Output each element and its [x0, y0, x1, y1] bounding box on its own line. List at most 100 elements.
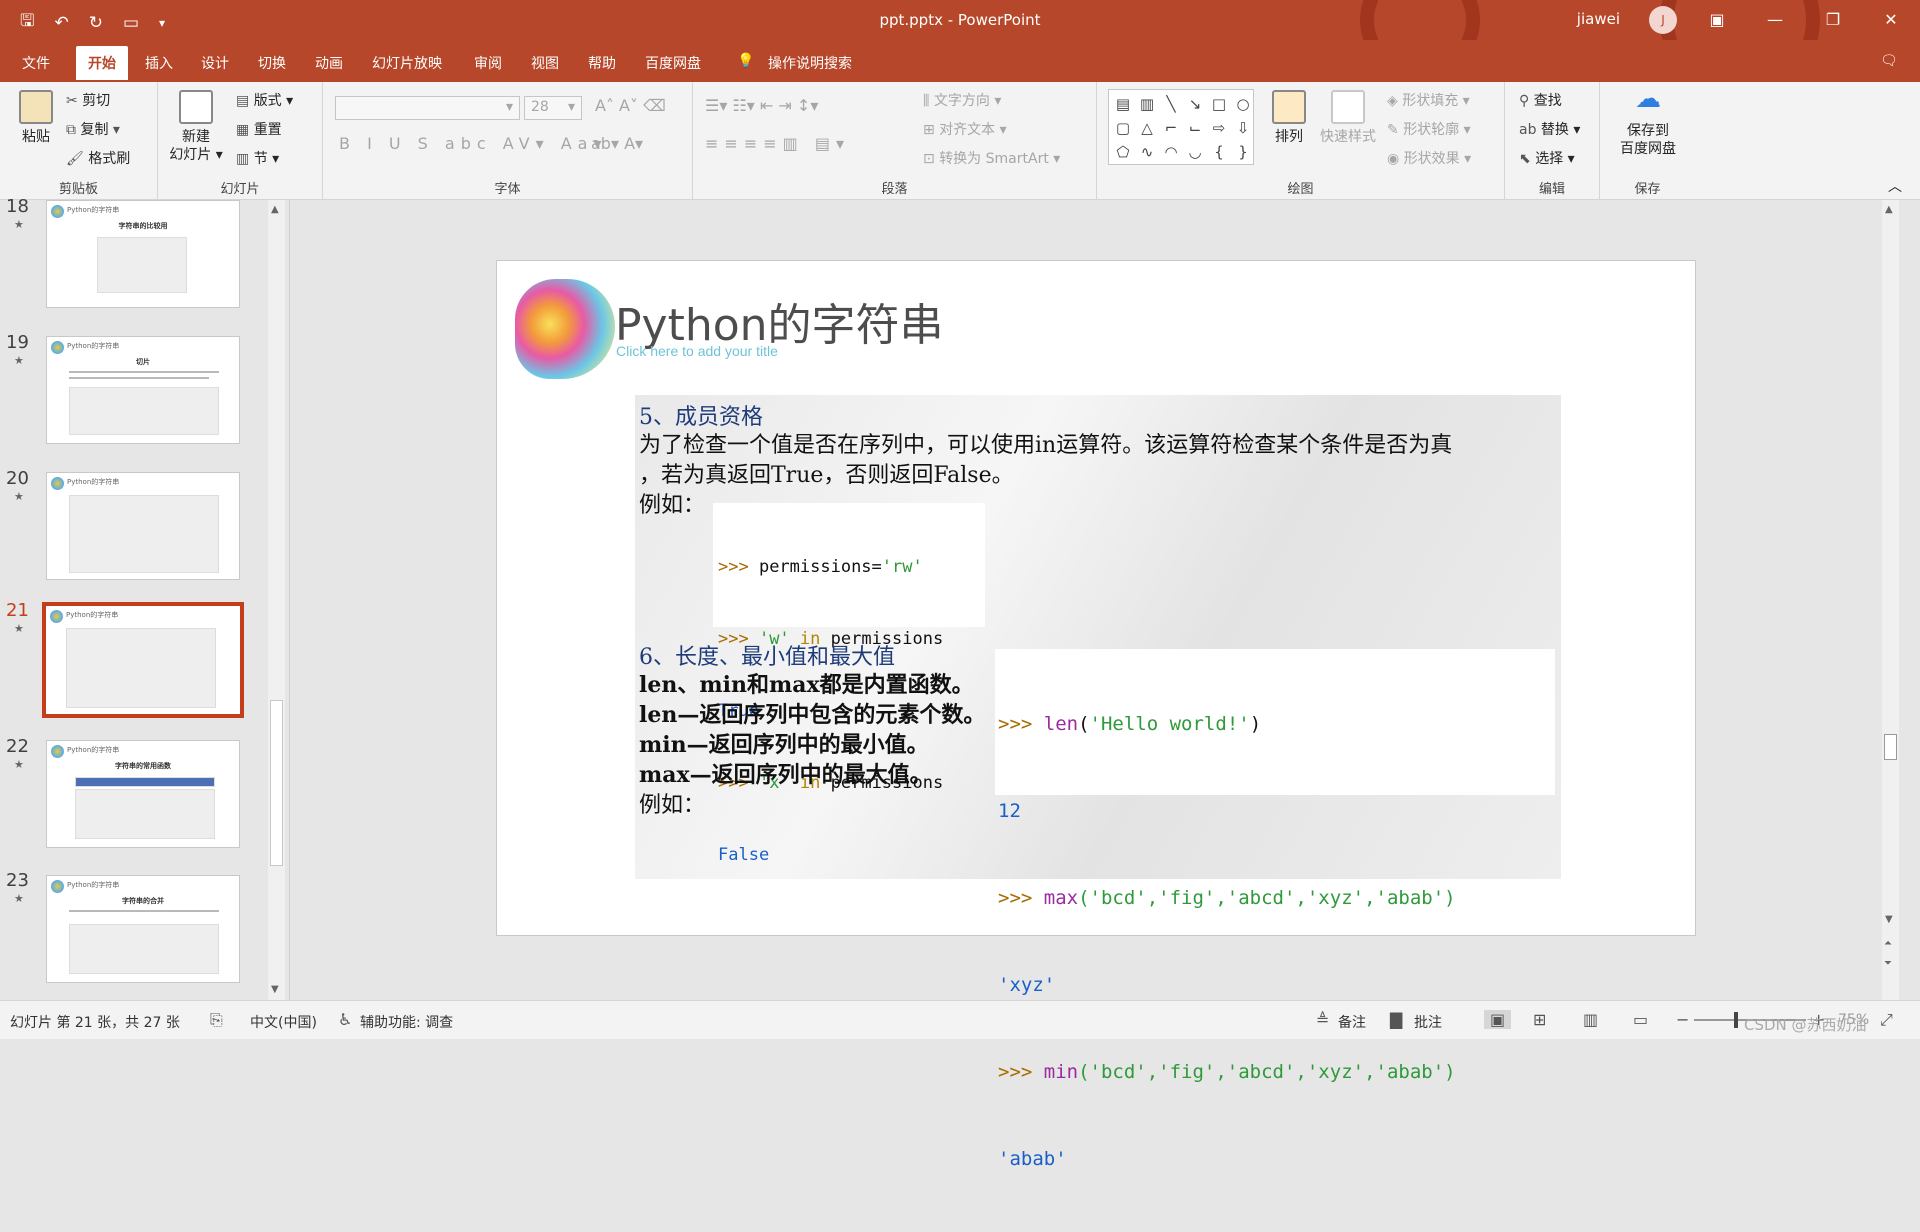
group-drawing: ▤ ▥ ╲ ↘ □ ○ ▢ △ ⌐ ⌙ ⇨ ⇩ ⬠ ∿ ◠ ◡{} 排列 快速样式 ◈ 形状填充 ▾ ✎ … — [1097, 82, 1505, 200]
brace-shape-icon[interactable]: { — [1208, 141, 1230, 163]
rect-shape-icon[interactable]: □ — [1208, 93, 1230, 115]
tab-design[interactable]: 设计 — [201, 53, 229, 73]
down-arrow-shape-icon[interactable]: ⇩ — [1232, 117, 1254, 139]
connector-shape-icon[interactable]: ⌐ — [1160, 117, 1182, 139]
fit-slide-icon[interactable]: ⤢ — [1880, 1010, 1893, 1030]
scroll-thumb[interactable] — [270, 700, 283, 866]
arc-shape-icon[interactable]: ◡ — [1184, 141, 1206, 163]
close-icon[interactable]: ✕ — [1862, 0, 1920, 40]
zoom-slider-thumb[interactable] — [1734, 1012, 1738, 1028]
tab-view[interactable]: 视图 — [531, 53, 559, 73]
tab-file[interactable]: 文件 — [22, 53, 50, 73]
layout-button[interactable]: ▤ 版式 ▾ — [236, 90, 293, 110]
tab-insert[interactable]: 插入 — [145, 53, 173, 73]
tab-review[interactable]: 审阅 — [474, 53, 502, 73]
reading-view-icon[interactable]: ▥ — [1583, 1010, 1598, 1029]
font-size-combo[interactable]: 28 ▾ — [524, 96, 582, 120]
new-slide-button[interactable]: 新建 幻灯片 ▾ — [166, 90, 226, 164]
select-button[interactable]: ⬉ 选择 ▾ — [1519, 148, 1575, 168]
content-panel[interactable]: 5、成员资格 为了检查一个值是否在序列中，可以使用in运算符。该运算符检查某个条… — [635, 395, 1561, 1170]
line-shape-icon[interactable]: ╲ — [1160, 93, 1182, 115]
accessibility-status[interactable]: 辅助功能: 调查 — [360, 1012, 453, 1032]
slide-sorter-icon[interactable]: ⊞ — [1533, 1010, 1546, 1029]
tab-slideshow[interactable]: 幻灯片放映 — [372, 53, 442, 73]
slide-subtitle-placeholder[interactable]: Click here to add your title — [616, 343, 778, 359]
shape-fill-button[interactable]: ◈ 形状填充 ▾ — [1387, 90, 1470, 110]
slide-thumbnail[interactable]: Python的字符串 字符串的常用函数 — [46, 740, 240, 848]
save-to-baidu-button[interactable]: ☁ 保存到 百度网盘 — [1606, 86, 1690, 158]
editor-scrollbar[interactable]: ▲ ▼ ⏶ ⏷ — [1882, 200, 1899, 1000]
rounded-rect-shape-icon[interactable]: ▢ — [1112, 117, 1134, 139]
text-direction-button[interactable]: ⫼ 文字方向 ▾ — [923, 90, 1001, 110]
ribbon: 粘贴 ✂ 剪切 ⧉ 复制 ▾ 🖌 格式刷 剪贴板 新建 幻灯片 ▾ ▤ 版式 ▾… — [0, 82, 1920, 200]
shape-outline-button[interactable]: ✎ 形状轮廓 ▾ — [1387, 119, 1471, 139]
scroll-up-icon[interactable]: ▲ — [271, 204, 279, 215]
collapse-ribbon-icon[interactable]: ︿ — [1888, 176, 1902, 196]
slide-canvas[interactable]: Python的字符串 Click here to add your title … — [496, 260, 1696, 1170]
notes-button[interactable]: 备注 — [1338, 1012, 1366, 1032]
slide-thumbnail[interactable]: Python的字符串 — [46, 472, 240, 580]
comments-button[interactable]: 批注 — [1414, 1012, 1442, 1032]
scroll-up-icon[interactable]: ▲ — [1885, 204, 1893, 215]
align-text-button[interactable]: ⊞ 对齐文本 ▾ — [923, 119, 1007, 139]
arrange-button[interactable]: 排列 — [1267, 90, 1311, 146]
textbox-shape-icon[interactable]: ▤ — [1112, 93, 1134, 115]
slide-thumbnail[interactable]: Python的字符串 字符串的合并 — [46, 875, 240, 983]
font-color-buttons[interactable]: ab▾ A▾ — [591, 134, 643, 153]
reset-button[interactable]: ▦ 重置 — [236, 119, 282, 139]
scroll-down-icon[interactable]: ▼ — [1885, 914, 1893, 925]
thumbnail-scrollbar[interactable]: ▲ ▼ — [268, 200, 285, 1000]
arrow-shape-icon[interactable]: ↘ — [1184, 93, 1206, 115]
brace-shape-icon[interactable]: } — [1232, 141, 1254, 163]
cut-button[interactable]: ✂ 剪切 — [66, 90, 110, 110]
triangle-shape-icon[interactable]: △ — [1136, 117, 1158, 139]
textbox-shape-icon[interactable]: ▥ — [1136, 93, 1158, 115]
shapes-gallery[interactable]: ▤ ▥ ╲ ↘ □ ○ ▢ △ ⌐ ⌙ ⇨ ⇩ ⬠ ∿ ◠ ◡{} — [1108, 89, 1254, 165]
slide-counter[interactable]: 幻灯片 第 21 张，共 27 张 — [10, 1012, 180, 1032]
font-family-combo[interactable]: ▾ — [335, 96, 520, 120]
oval-shape-icon[interactable]: ○ — [1232, 93, 1254, 115]
minimize-icon[interactable]: — — [1746, 0, 1804, 40]
quick-styles-button[interactable]: 快速样式 — [1317, 90, 1379, 146]
format-painter-button[interactable]: 🖌 格式刷 — [66, 148, 130, 168]
slide-thumbnail-selected[interactable]: Python的字符串 — [42, 602, 244, 718]
scroll-thumb[interactable] — [1884, 734, 1897, 760]
user-name[interactable]: jiawei — [1577, 10, 1620, 28]
find-button[interactable]: ⚲ 查找 — [1519, 90, 1562, 110]
slideshow-icon[interactable]: ▭ — [1633, 1010, 1648, 1029]
ribbon-display-icon[interactable]: ▣ — [1688, 0, 1746, 40]
right-arrow-shape-icon[interactable]: ⇨ — [1208, 117, 1230, 139]
comments-icon[interactable]: 🗨 — [1880, 53, 1898, 69]
tab-animations[interactable]: 动画 — [315, 53, 343, 73]
tab-baidu[interactable]: 百度网盘 — [645, 53, 701, 73]
language-indicator[interactable]: 中文(中国) — [250, 1012, 317, 1032]
next-slide-icon[interactable]: ⏷ — [1884, 958, 1892, 969]
zoom-out-icon[interactable]: − — [1676, 1010, 1689, 1029]
align-buttons[interactable]: ≡≡≡≡▥ ▤▾ — [705, 134, 850, 153]
section-button[interactable]: ▥ 节 ▾ — [236, 148, 279, 168]
font-format-buttons[interactable]: B I U S abc AV▾ Aa▾ — [339, 134, 608, 153]
arc-shape-icon[interactable]: ◠ — [1160, 141, 1182, 163]
font-size-controls[interactable]: A˄ A˅ ⌫ — [595, 96, 666, 115]
list-buttons[interactable]: ☰▾ ☷▾ ⇤ ⇥ ↕▾ — [705, 96, 818, 115]
smartart-button[interactable]: ⊡ 转换为 SmartArt ▾ — [923, 148, 1060, 168]
previous-slide-icon[interactable]: ⏶ — [1884, 938, 1892, 949]
spell-check-icon[interactable]: ⎘ — [210, 1010, 223, 1030]
tab-help[interactable]: 帮助 — [588, 53, 616, 73]
slide-thumbnail[interactable]: Python的字符串 字符串的比较用 — [46, 200, 240, 308]
paste-button[interactable]: 粘贴 — [14, 90, 58, 146]
restore-icon[interactable]: ❐ — [1804, 0, 1862, 40]
freeform-shape-icon[interactable]: ⬠ — [1112, 141, 1134, 163]
avatar[interactable]: J — [1649, 6, 1677, 34]
replace-button[interactable]: ab 替换 ▾ — [1519, 119, 1580, 139]
slide-thumbnail[interactable]: Python的字符串 切片 — [46, 336, 240, 444]
tab-transitions[interactable]: 切换 — [258, 53, 286, 73]
connector-shape-icon[interactable]: ⌙ — [1184, 117, 1206, 139]
scroll-down-icon[interactable]: ▼ — [271, 984, 279, 995]
tell-me-search[interactable]: 操作说明搜索 — [768, 53, 852, 73]
shape-effects-button[interactable]: ◉ 形状效果 ▾ — [1387, 148, 1471, 168]
tab-home[interactable]: 开始 — [76, 46, 128, 80]
curve-shape-icon[interactable]: ∿ — [1136, 141, 1158, 163]
copy-button[interactable]: ⧉ 复制 ▾ — [66, 119, 120, 139]
normal-view-icon[interactable]: ▣ — [1484, 1010, 1512, 1029]
